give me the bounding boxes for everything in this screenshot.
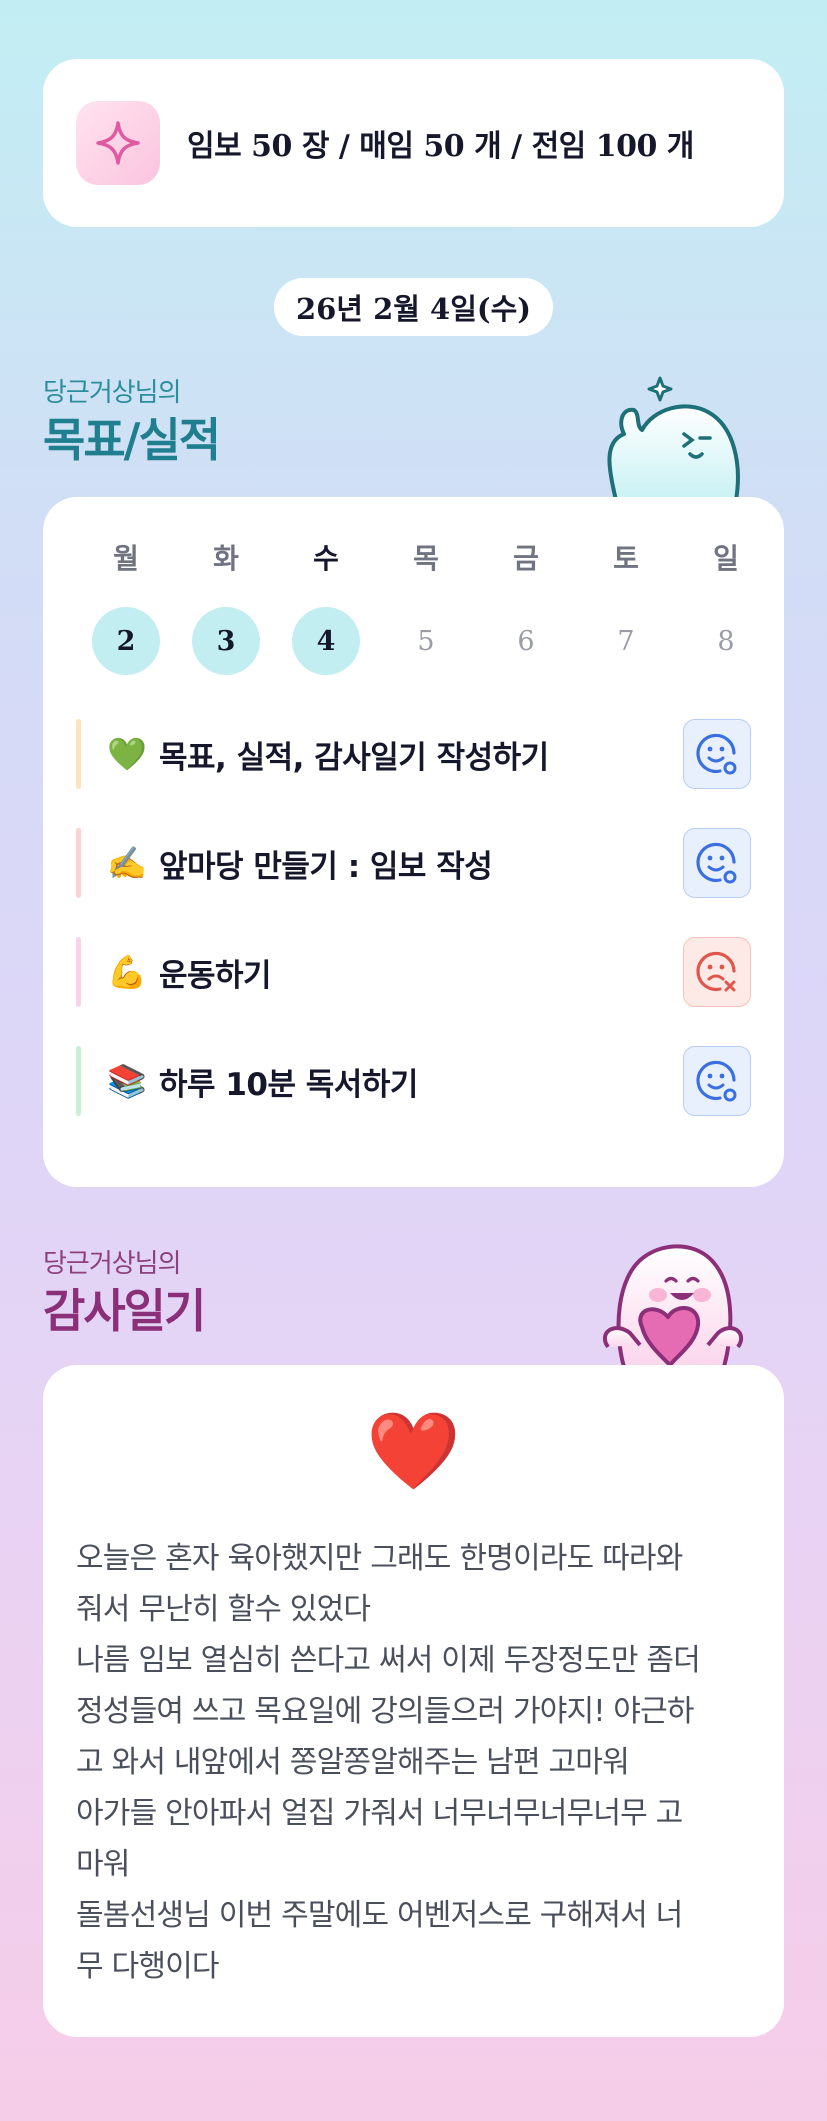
goals-card: 월 화 수 목 금 토 일 2 3 4 5 6 7 8 💚 목표, 실적, 감사…	[43, 497, 784, 1187]
sparkle-icon	[76, 101, 160, 185]
green-heart-icon: 💚	[107, 735, 147, 773]
day-number: 4	[292, 607, 360, 675]
flexed-biceps-icon: 💪	[107, 953, 147, 991]
day-2[interactable]: 2	[76, 607, 176, 675]
writing-hand-icon: ✍️	[107, 844, 147, 882]
day-number: 8	[717, 625, 735, 657]
goals-title: 목표/실적	[43, 413, 221, 467]
task-item-write-report[interactable]: ✍️ 앞마당 만들기 : 임보 작성	[76, 827, 751, 899]
date-pill[interactable]: 26년 2월 4일(수)	[274, 278, 553, 336]
books-icon: 📚	[107, 1062, 147, 1100]
day-6[interactable]: 6	[476, 607, 576, 675]
day-3[interactable]: 3	[176, 607, 276, 675]
task-item-reading[interactable]: 📚 하루 10분 독서하기	[76, 1045, 751, 1117]
mascot-blob-teal	[607, 376, 740, 500]
gratitude-card: ❤️ 오늘은 혼자 육아했지만 그래도 한명이라도 따라와 줘서 무난히 할수 …	[43, 1365, 784, 2037]
weekday-thu: 목	[413, 542, 439, 575]
weekday-mon: 월	[113, 542, 139, 575]
day-number: 5	[417, 625, 435, 657]
summary-text: 임보 50 장 / 매임 50 개 / 전임 100 개	[187, 129, 694, 164]
day-number: 6	[517, 625, 535, 657]
task-color-bar	[76, 828, 81, 898]
summary-banner: 임보 50 장 / 매임 50 개 / 전임 100 개	[43, 59, 784, 227]
sad-x-icon[interactable]	[683, 937, 751, 1007]
day-8[interactable]: 8	[676, 607, 776, 675]
day-row: 2 3 4 5 6 7 8	[76, 607, 776, 675]
weekday-fri: 금	[513, 542, 539, 575]
task-color-bar	[76, 719, 81, 789]
weekday-tue: 화	[213, 542, 239, 575]
smile-check-icon[interactable]	[683, 828, 751, 898]
weekday-header: 월 화 수 목 금 토 일	[76, 537, 776, 577]
task-item-journal[interactable]: 💚 목표, 실적, 감사일기 작성하기	[76, 718, 751, 790]
weekday-sat: 토	[613, 542, 639, 575]
mascot-blob-pink	[602, 1244, 744, 1367]
day-4-today[interactable]: 4	[276, 607, 376, 675]
task-item-exercise[interactable]: 💪 운동하기	[76, 936, 751, 1008]
gratitude-title: 감사일기	[43, 1284, 206, 1338]
weekday-sun: 일	[713, 542, 739, 575]
day-number: 3	[192, 607, 260, 675]
red-heart-icon: ❤️	[366, 1406, 461, 1495]
task-label: 운동하기	[159, 957, 272, 994]
task-label: 목표, 실적, 감사일기 작성하기	[159, 739, 549, 776]
task-color-bar	[76, 937, 81, 1007]
day-number: 2	[92, 607, 160, 675]
task-color-bar	[76, 1046, 81, 1116]
gratitude-text: 오늘은 혼자 육아했지만 그래도 한명이라도 따라와 줘서 무난히 할수 있었다…	[76, 1541, 701, 1984]
task-label: 하루 10분 독서하기	[159, 1066, 418, 1103]
day-7[interactable]: 7	[576, 607, 676, 675]
day-number: 7	[617, 625, 635, 657]
smile-check-icon[interactable]	[683, 1046, 751, 1116]
smile-check-icon[interactable]	[683, 719, 751, 789]
weekday-wed: 수	[313, 542, 339, 575]
day-5[interactable]: 5	[376, 607, 476, 675]
task-label: 앞마당 만들기 : 임보 작성	[159, 848, 493, 885]
